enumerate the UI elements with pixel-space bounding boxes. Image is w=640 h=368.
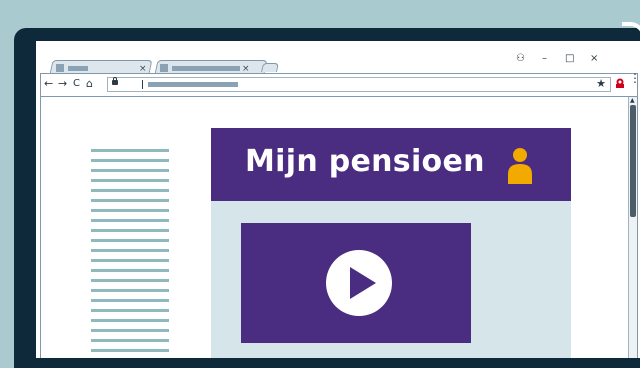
url-text (148, 82, 238, 87)
text-line (91, 319, 169, 322)
tab-1-favicon-icon (56, 64, 64, 72)
text-line (91, 239, 169, 242)
text-line (91, 199, 169, 202)
tab-strip: × × ⚇ – □ × (36, 41, 640, 74)
text-line (91, 189, 169, 192)
play-button[interactable] (326, 250, 392, 316)
text-line (91, 249, 169, 252)
back-icon[interactable]: ← (44, 77, 53, 91)
browser-menu-icon[interactable]: ⋮ (629, 72, 640, 84)
page-content (211, 201, 571, 358)
sidebar-text-lines (91, 149, 169, 358)
user-icon[interactable] (507, 146, 533, 184)
page-viewport: Mijn pensioen ▲ (40, 97, 638, 358)
browser-window: × × ⚇ – □ × ← → C ⌂ ★ ⋮ Mijn pensioen ▲ (36, 41, 640, 358)
scroll-thumb[interactable] (630, 105, 636, 217)
home-icon[interactable]: ⌂ (86, 77, 93, 91)
text-line (91, 269, 169, 272)
text-line (91, 229, 169, 232)
text-line (91, 179, 169, 182)
text-line (91, 299, 169, 302)
text-line (91, 329, 169, 332)
browser-tab-1[interactable] (49, 60, 153, 74)
tab-1-title (68, 66, 88, 71)
scroll-up-icon[interactable]: ▲ (630, 98, 635, 104)
reload-icon[interactable]: C (73, 77, 80, 91)
bookmark-star-icon[interactable]: ★ (596, 77, 606, 90)
play-icon (350, 267, 376, 299)
text-line (91, 169, 169, 172)
account-icon[interactable]: ⚇ (516, 54, 525, 64)
text-line (91, 289, 169, 292)
vertical-scrollbar[interactable]: ▲ (628, 97, 637, 358)
text-line (91, 219, 169, 222)
text-line (91, 149, 169, 152)
close-window-icon[interactable]: × (590, 54, 598, 64)
lock-icon (112, 77, 118, 85)
forward-icon[interactable]: → (58, 77, 67, 91)
browser-toolbar: ← → C ⌂ ★ ⋮ (40, 72, 640, 97)
text-line (91, 309, 169, 312)
text-line (91, 349, 169, 352)
video-player[interactable] (241, 223, 471, 343)
text-line (91, 259, 169, 262)
text-line (91, 209, 169, 212)
maximize-icon[interactable]: □ (565, 54, 574, 64)
minimize-icon[interactable]: – (542, 54, 547, 64)
page-title: Mijn pensioen (245, 144, 485, 179)
text-caret (142, 80, 143, 89)
new-tab-button[interactable] (261, 63, 279, 72)
text-line (91, 159, 169, 162)
page-header: Mijn pensioen (211, 128, 571, 201)
tab-2-favicon-icon (160, 64, 168, 72)
text-line (91, 279, 169, 282)
extension-icon[interactable] (616, 78, 624, 88)
address-bar[interactable]: ★ (107, 77, 611, 92)
tab-2-title (172, 66, 240, 71)
text-line (91, 339, 169, 342)
